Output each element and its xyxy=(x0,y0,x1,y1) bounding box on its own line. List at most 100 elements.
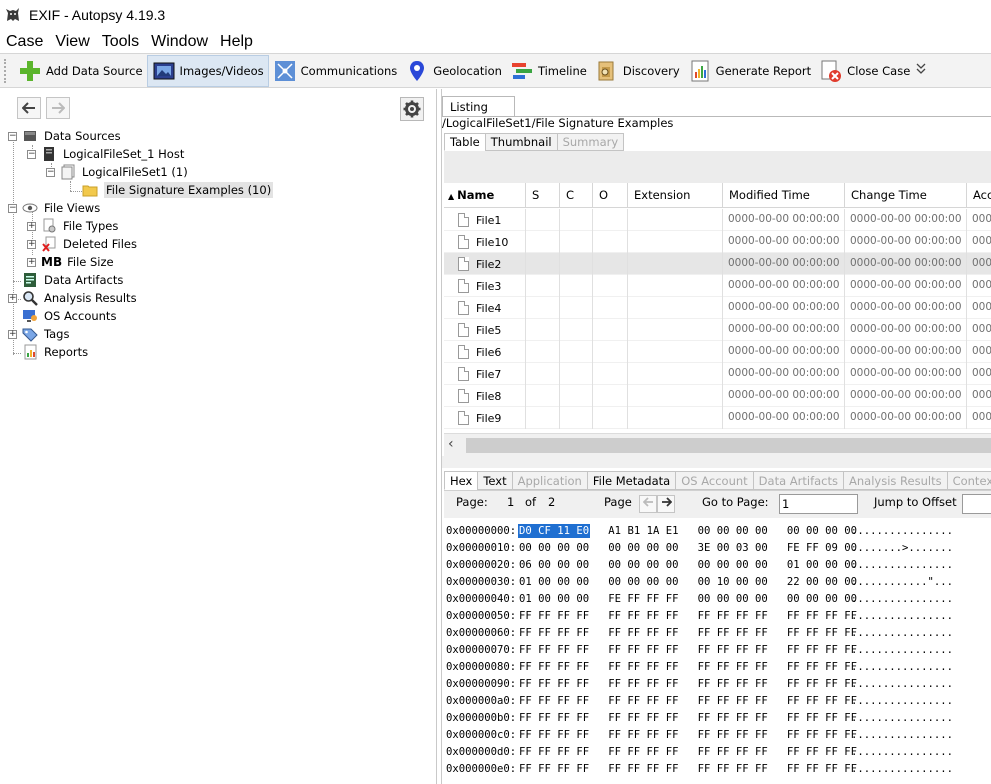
tree-item-file-signature-examples[interactable]: File Signature Examples (10) xyxy=(82,181,274,199)
cell-occurrences xyxy=(593,363,628,385)
horizontal-scrollbar[interactable]: ‹ xyxy=(444,433,991,456)
close-case-button[interactable]: Close Case xyxy=(815,55,914,87)
expand-toggle[interactable]: + xyxy=(8,293,17,303)
expand-toggle[interactable]: + xyxy=(27,221,36,231)
column-header-extension[interactable]: Extension xyxy=(628,183,723,208)
timeline-label: Timeline xyxy=(537,63,587,78)
pane-splitter[interactable] xyxy=(442,456,991,468)
hex-offset: 0x000000c0: xyxy=(446,729,517,741)
cell-occurrences xyxy=(593,297,628,319)
tab-summary[interactable]: Summary xyxy=(556,133,625,151)
tree-item-deleted-files[interactable]: + Deleted Files xyxy=(27,235,137,253)
table-row[interactable]: File9 0000-00-00 00:00:00 0000-00-00 00:00… xyxy=(444,407,991,429)
column-header-o[interactable]: O xyxy=(593,183,628,208)
table-row[interactable]: File6 0000-00-00 00:00:00 0000-00-00 00:00… xyxy=(444,341,991,363)
jump-to-offset-input[interactable] xyxy=(962,494,991,514)
table-row[interactable]: File3 0000-00-00 00:00:00 0000-00-00 00:00… xyxy=(444,275,991,297)
menu-view[interactable]: View xyxy=(49,30,95,53)
tree-item-os-accounts[interactable]: OS Accounts xyxy=(22,307,116,325)
add-data-source-button[interactable]: Add Data Source xyxy=(14,55,147,87)
view-tabs: Table Thumbnail Summary xyxy=(444,133,625,151)
cell-occurrences xyxy=(593,341,628,363)
column-header-modified-time[interactable]: Modified Time xyxy=(723,183,845,208)
table-row[interactable]: File1 0000-00-00 00:00:00 0000-00-00 00:00… xyxy=(444,209,991,231)
tab-file-metadata[interactable]: File Metadata xyxy=(586,471,677,490)
collapse-toggle[interactable]: − xyxy=(46,167,55,177)
tree-item-analysis-results[interactable]: + Analysis Results xyxy=(8,289,137,307)
tree-item-file-views[interactable]: − File Views xyxy=(8,199,100,217)
toolbar-grip[interactable] xyxy=(4,58,8,83)
collapse-toggle[interactable]: − xyxy=(27,149,36,159)
tags-icon xyxy=(22,326,38,342)
menu-window[interactable]: Window xyxy=(145,30,214,53)
scroll-left-icon[interactable]: ‹ xyxy=(448,436,454,452)
column-header-change-time[interactable]: Change Time xyxy=(845,183,967,208)
file-icon xyxy=(458,235,469,249)
tab-listing[interactable]: Listing xyxy=(442,96,515,117)
cell-comment xyxy=(560,363,593,385)
table-row[interactable]: File4 0000-00-00 00:00:00 0000-00-00 00:00… xyxy=(444,297,991,319)
tree-item-file-size[interactable]: + MB File Size xyxy=(27,253,114,271)
table-row[interactable]: File8 0000-00-00 00:00:00 0000-00-00 00:00… xyxy=(444,385,991,407)
toolbar-overflow-chevron-icon[interactable] xyxy=(916,63,926,78)
geolocation-button[interactable]: Geolocation xyxy=(401,55,506,87)
column-header-s[interactable]: S xyxy=(526,183,560,208)
magnifier-icon xyxy=(22,290,38,306)
tab-os-account[interactable]: OS Account xyxy=(675,471,754,490)
tree-label: OS Accounts xyxy=(44,309,117,323)
menu-help[interactable]: Help xyxy=(214,30,259,53)
cell-accessed-time: 0000 xyxy=(972,345,991,357)
discovery-label: Discovery xyxy=(622,63,680,78)
images-videos-button[interactable]: Images/Videos xyxy=(146,54,269,87)
go-to-page-input[interactable] xyxy=(779,494,858,514)
tab-table[interactable]: Table xyxy=(444,133,486,151)
tab-contex[interactable]: Contex xyxy=(946,471,991,490)
geolocation-label: Geolocation xyxy=(433,63,502,78)
back-button[interactable] xyxy=(17,97,41,119)
tree-item-data-sources[interactable]: − Data Sources xyxy=(8,127,121,145)
tree-item-reports[interactable]: Reports xyxy=(22,343,88,361)
table-row[interactable]: File5 0000-00-00 00:00:00 0000-00-00 00:00… xyxy=(444,319,991,341)
hex-bytes: FF FF FF FF FF FF FF FF FF FF FF FF FF F… xyxy=(519,644,858,656)
tree-item-data-artifacts[interactable]: Data Artifacts xyxy=(22,271,123,289)
menu-tools[interactable]: Tools xyxy=(96,30,145,53)
table-row[interactable]: File7 0000-00-00 00:00:00 0000-00-00 00:00… xyxy=(444,363,991,385)
expand-toggle[interactable]: + xyxy=(27,257,36,267)
title-bar: EXIF - Autopsy 4.19.3 xyxy=(0,0,991,30)
collapse-toggle[interactable]: − xyxy=(8,131,17,141)
forward-button[interactable] xyxy=(46,97,70,119)
tab-application[interactable]: Application xyxy=(511,471,588,490)
expand-toggle[interactable]: + xyxy=(27,239,36,249)
tree-item-file-types[interactable]: + File Types xyxy=(27,217,118,235)
tab-text[interactable]: Text xyxy=(477,471,513,490)
tab-hex[interactable]: Hex xyxy=(444,471,479,490)
next-page-button[interactable] xyxy=(657,495,675,513)
arrow-right-icon xyxy=(52,102,65,114)
prev-page-button[interactable] xyxy=(639,495,657,513)
close-case-label: Close Case xyxy=(847,63,911,78)
tab-data-artifacts[interactable]: Data Artifacts xyxy=(752,471,845,490)
menu-case[interactable]: Case xyxy=(0,30,49,53)
collapse-toggle[interactable]: − xyxy=(8,203,17,213)
tree-item-logical-fileset[interactable]: − LogicalFileSet1 (1) xyxy=(46,163,188,181)
generate-report-button[interactable]: Generate Report xyxy=(684,55,816,87)
communications-button[interactable]: Communications xyxy=(269,55,402,87)
column-header-accessed-time[interactable]: Acc xyxy=(967,183,991,208)
tree-label: LogicalFileSet1 (1) xyxy=(82,165,188,179)
cell-name: File3 xyxy=(444,275,526,297)
cell-score xyxy=(526,297,560,319)
scrollbar-thumb[interactable] xyxy=(466,438,991,453)
tab-thumbnail[interactable]: Thumbnail xyxy=(484,133,558,151)
tree-item-host[interactable]: − LogicalFileSet_1 Host xyxy=(27,145,184,163)
tree-item-tags[interactable]: + Tags xyxy=(8,325,69,343)
table-row[interactable]: File2 0000-00-00 00:00:00 0000-00-00 00:00… xyxy=(444,253,991,275)
table-row[interactable]: File10 0000-00-00 00:00:00 0000-00-00 00:0… xyxy=(444,231,991,253)
expand-toggle[interactable]: + xyxy=(8,329,17,339)
timeline-button[interactable]: Timeline xyxy=(506,55,591,87)
column-header-c[interactable]: C xyxy=(560,183,593,208)
discovery-button[interactable]: Discovery xyxy=(591,55,684,87)
settings-button[interactable] xyxy=(400,97,424,121)
tab-analysis-results[interactable]: Analysis Results xyxy=(843,471,948,490)
column-header-name[interactable]: ▲ Name xyxy=(444,183,526,208)
plus-icon xyxy=(18,59,42,83)
